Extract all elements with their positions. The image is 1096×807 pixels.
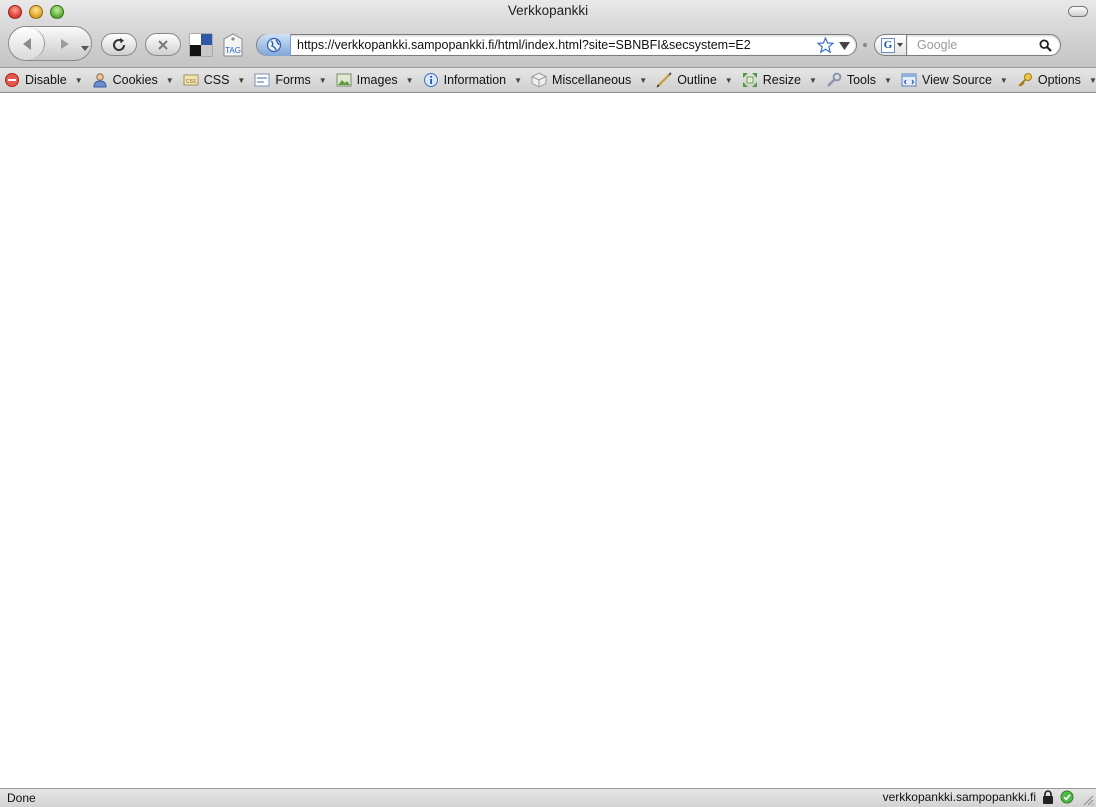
checkmark-icon[interactable] [1060, 790, 1074, 804]
toolbar-toggle-button[interactable] [1068, 6, 1088, 17]
devbar-label: Images [356, 73, 398, 87]
address-bar[interactable]: https://verkkopankki.sampopankki.fi/html… [256, 34, 857, 56]
google-logo-icon: G [881, 37, 895, 53]
site-identity-button[interactable] [257, 34, 291, 56]
dropdown-arrow-icon: ▼ [639, 75, 648, 85]
back-button[interactable] [9, 27, 45, 60]
devbar-miscellaneous[interactable]: Miscellaneous ▼ [531, 70, 647, 90]
devbar-label: Forms [275, 73, 311, 87]
chevron-down-icon [897, 42, 903, 47]
history-dropdown-button[interactable] [81, 41, 89, 55]
dropdown-arrow-icon: ▼ [808, 75, 817, 85]
reload-button[interactable] [101, 33, 137, 56]
forward-button[interactable] [53, 35, 77, 53]
wrench-icon [826, 72, 842, 87]
devbar-outline[interactable]: Outline ▼ [656, 70, 733, 90]
devbar-label: CSS [203, 73, 230, 87]
devbar-label: Resize [762, 73, 801, 87]
back-arrow-icon [22, 37, 31, 50]
dropdown-arrow-icon: ▼ [999, 75, 1008, 85]
images-icon [336, 73, 352, 87]
status-domain: verkkopankki.sampopankki.fi [882, 790, 1036, 804]
browser-toolbar: Verkkopankki TAG https://verkkopankki.sa… [0, 0, 1096, 68]
stop-button[interactable] [145, 33, 181, 56]
search-engine-selector[interactable]: G [874, 34, 908, 56]
search-input[interactable] [917, 37, 1037, 53]
devbar-disable[interactable]: Disable ▼ [4, 70, 83, 90]
outline-icon [656, 72, 672, 88]
nav-button-group [8, 26, 92, 61]
dropdown-arrow-icon: ▼ [724, 75, 733, 85]
globe-icon [266, 37, 281, 53]
bookmark-star-button[interactable] [816, 36, 835, 57]
devbar-options[interactable]: Options ▼ [1017, 70, 1096, 90]
devbar-forms[interactable]: Forms ▼ [254, 70, 327, 90]
tag-button[interactable]: TAG [221, 33, 245, 57]
resize-icon [742, 73, 757, 87]
stop-icon [158, 39, 168, 50]
cookies-icon [93, 73, 107, 88]
disable-icon [5, 73, 19, 87]
svg-text:CSS: CSS [186, 79, 197, 85]
information-icon [423, 73, 438, 87]
forward-arrow-icon [61, 39, 69, 49]
forms-icon [254, 73, 270, 87]
search-box [906, 34, 1061, 56]
search-icon [1039, 39, 1052, 52]
css-icon: CSS [183, 74, 199, 86]
resize-grip-icon[interactable] [1082, 794, 1094, 806]
dropdown-arrow-icon: ▼ [74, 75, 83, 85]
dropdown-arrow-icon: ▼ [884, 75, 892, 85]
status-text: Done [7, 791, 36, 805]
miscellaneous-icon [531, 72, 547, 88]
devbar-label: Options [1037, 73, 1081, 87]
url-text[interactable]: https://verkkopankki.sampopankki.fi/html… [297, 38, 751, 52]
star-icon [816, 36, 835, 54]
view-source-icon [901, 73, 917, 87]
page-content [0, 94, 1096, 787]
dropdown-arrow-icon: ▼ [514, 75, 523, 85]
devbar-label: Cookies [112, 73, 158, 87]
chevron-down-icon [81, 46, 89, 51]
dropdown-arrow-icon: ▼ [318, 75, 327, 85]
devbar-label: View Source [921, 73, 992, 87]
devbar-images[interactable]: Images ▼ [336, 70, 414, 90]
devbar-label: Tools [846, 73, 877, 87]
web-developer-toolbar: Disable ▼ Cookies ▼ CSS CSS ▼ Forms ▼ Im… [0, 68, 1096, 93]
devbar-label: Information [443, 73, 507, 87]
svg-text:TAG: TAG [225, 46, 241, 55]
devbar-information[interactable]: Information ▼ [423, 70, 522, 90]
delicious-icon [189, 33, 213, 57]
devbar-label: Outline [677, 73, 717, 87]
devbar-resize[interactable]: Resize ▼ [742, 70, 817, 90]
delicious-button[interactable] [189, 33, 213, 57]
status-right: verkkopankki.sampopankki.fi [883, 790, 1074, 804]
key-icon [1018, 73, 1032, 87]
devbar-css[interactable]: CSS CSS ▼ [183, 70, 246, 90]
dropdown-arrow-icon: ▼ [405, 75, 414, 85]
search-button[interactable] [1039, 39, 1052, 55]
dropdown-arrow-icon: ▼ [237, 75, 246, 85]
devbar-tools[interactable]: Tools ▼ [826, 70, 892, 90]
devbar-cookies[interactable]: Cookies ▼ [92, 70, 174, 90]
window-title: Verkkopankki [507, 3, 589, 18]
devbar-label: Disable [25, 73, 67, 87]
lock-icon[interactable] [1042, 790, 1054, 804]
chevron-down-icon [839, 42, 850, 50]
reload-icon [113, 37, 126, 51]
dropdown-arrow-icon: ▼ [165, 75, 174, 85]
url-history-dropdown[interactable] [839, 40, 850, 54]
toolbar-separator [863, 43, 867, 47]
tag-icon: TAG [223, 33, 243, 57]
dropdown-arrow-icon: ▼ [1088, 75, 1096, 85]
devbar-label: Miscellaneous [552, 73, 632, 87]
devbar-view-source[interactable]: View Source ▼ [901, 70, 1008, 90]
status-bar: Done verkkopankki.sampopankki.fi [0, 788, 1096, 807]
